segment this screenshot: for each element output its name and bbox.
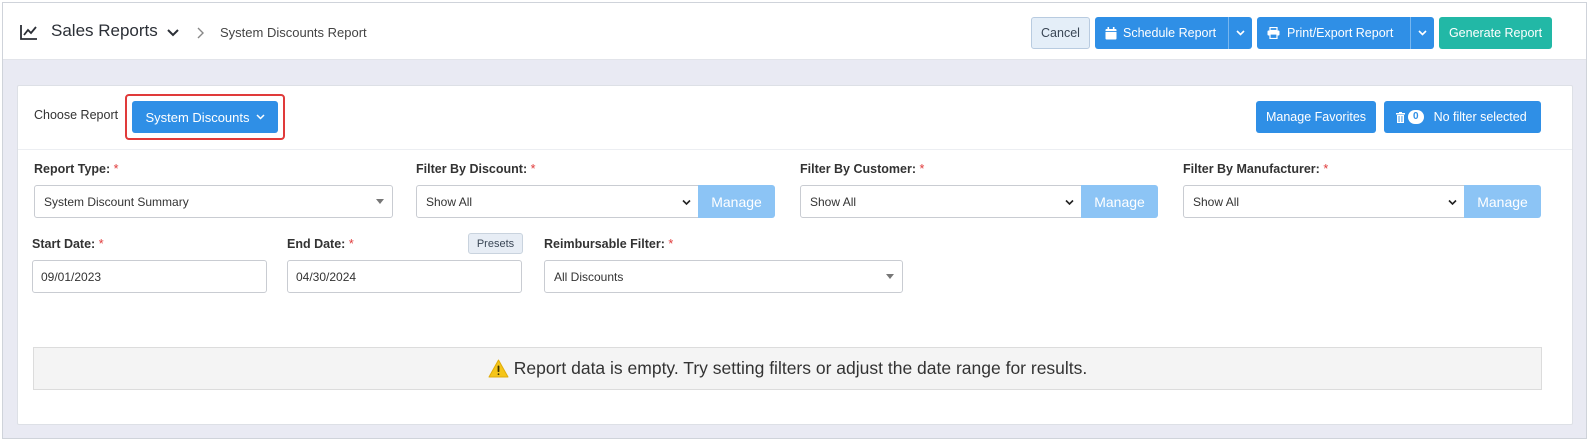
manufacturer-filter-label: Filter By Manufacturer: *: [1183, 162, 1328, 176]
required-mark: *: [1323, 162, 1329, 176]
required-mark: *: [668, 237, 674, 251]
choose-report-value: System Discounts: [145, 109, 250, 125]
filter-summary-button[interactable]: 0 No filter selected: [1384, 101, 1541, 133]
warning-icon: [488, 359, 509, 378]
print-export-main: Print/Export Report: [1257, 17, 1403, 49]
customer-filter-value: Show All: [810, 194, 857, 209]
start-date-label: Start Date: *: [32, 237, 104, 251]
schedule-report-label: Schedule Report: [1123, 26, 1217, 40]
empty-report-message: Report data is empty. Try setting filter…: [33, 347, 1542, 390]
manufacturer-filter-select[interactable]: Show All: [1183, 185, 1465, 218]
end-date-input[interactable]: 04/30/2024: [287, 260, 522, 293]
required-mark: *: [348, 237, 354, 251]
manufacturer-filter-label-text: Filter By Manufacturer:: [1183, 162, 1320, 176]
end-date-label: End Date: *: [287, 237, 354, 251]
schedule-report-button[interactable]: Schedule Report: [1095, 17, 1252, 49]
report-type-label-text: Report Type:: [34, 162, 111, 176]
discount-filter-label-text: Filter By Discount:: [416, 162, 528, 176]
customer-filter-label-text: Filter By Customer:: [800, 162, 916, 176]
schedule-dropdown-toggle[interactable]: [1228, 17, 1252, 49]
filter-summary-text: No filter selected: [1433, 110, 1527, 124]
discount-filter-value: Show All: [426, 194, 473, 209]
choose-report-label: Choose Report: [34, 108, 119, 122]
trash-icon: [1396, 111, 1405, 123]
report-card: Choose Report System Discounts Manage Fa…: [17, 85, 1573, 425]
manufacturer-filter-value: Show All: [1193, 194, 1240, 209]
empty-report-text: Report data is empty. Try setting filter…: [513, 358, 1088, 378]
customer-filter-label: Filter By Customer: *: [800, 162, 924, 176]
chart-line-icon: [20, 25, 37, 40]
discount-filter-select[interactable]: Show All: [416, 185, 699, 218]
end-date-label-text: End Date:: [287, 237, 346, 251]
report-type-select[interactable]: System Discount Summary: [34, 185, 393, 218]
caret-down-icon: [886, 274, 894, 279]
start-date-value: 09/01/2023: [41, 269, 102, 284]
report-type-value: System Discount Summary: [44, 194, 189, 209]
required-mark: *: [919, 162, 925, 176]
cancel-button[interactable]: Cancel: [1031, 17, 1090, 49]
start-date-input[interactable]: 09/01/2023: [32, 260, 267, 293]
end-date-value: 04/30/2024: [296, 269, 357, 284]
filter-count-badge: 0: [1408, 110, 1424, 124]
reimbursable-filter-label: Reimbursable Filter: *: [544, 237, 673, 251]
print-export-button[interactable]: Print/Export Report: [1257, 17, 1434, 49]
presets-button[interactable]: Presets: [468, 233, 523, 254]
discount-filter-label: Filter By Discount: *: [416, 162, 535, 176]
manage-customer-button[interactable]: Manage: [1081, 185, 1158, 218]
report-type-label: Report Type: *: [34, 162, 119, 176]
reimbursable-filter-select[interactable]: All Discounts: [544, 260, 903, 293]
calendar-icon: [1105, 26, 1117, 39]
breadcrumb: System Discounts Report: [220, 25, 367, 40]
start-date-label-text: Start Date:: [32, 237, 96, 251]
reimbursable-filter-value: All Discounts: [554, 269, 624, 284]
required-mark: *: [113, 162, 119, 176]
caret-down-icon: [376, 199, 384, 204]
divider: [18, 149, 1572, 150]
chevron-down-icon: [1448, 199, 1457, 206]
reimbursable-filter-label-text: Reimbursable Filter:: [544, 237, 665, 251]
choose-report-dropdown[interactable]: System Discounts: [132, 101, 278, 133]
generate-report-button[interactable]: Generate Report: [1439, 17, 1552, 49]
required-mark: *: [530, 162, 536, 176]
schedule-report-main: Schedule Report: [1095, 17, 1226, 49]
manage-manufacturer-button[interactable]: Manage: [1464, 185, 1541, 218]
chevron-down-icon: [1236, 30, 1245, 36]
print-export-dropdown-toggle[interactable]: [1410, 17, 1434, 49]
print-export-label: Print/Export Report: [1287, 26, 1394, 40]
chevron-right-icon: [197, 27, 204, 39]
chevron-down-icon: [255, 114, 265, 120]
chevron-down-icon: [1418, 30, 1427, 36]
chevron-down-icon: [1065, 199, 1074, 206]
chevron-down-icon[interactable]: [167, 28, 179, 38]
manage-favorites-button[interactable]: Manage Favorites: [1256, 101, 1376, 133]
printer-icon: [1267, 27, 1280, 39]
chevron-down-icon: [682, 199, 691, 206]
manage-discount-button[interactable]: Manage: [698, 185, 775, 218]
customer-filter-select[interactable]: Show All: [800, 185, 1082, 218]
page-title: Sales Reports: [51, 21, 158, 40]
required-mark: *: [98, 237, 104, 251]
app-frame: Sales Reports System Discounts Report Ca…: [2, 2, 1587, 439]
page-header: Sales Reports System Discounts Report Ca…: [3, 3, 1586, 60]
